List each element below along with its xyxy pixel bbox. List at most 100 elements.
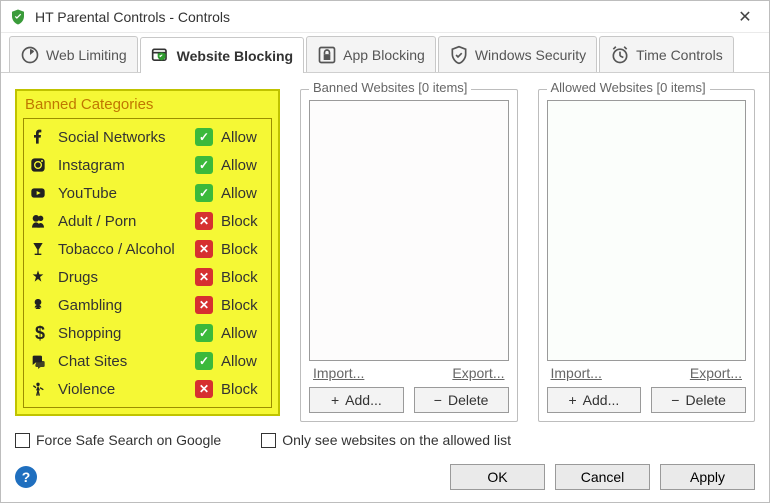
allow-icon: ✓	[195, 128, 213, 146]
titlebar: HT Parental Controls - Controls ✕	[1, 1, 769, 33]
allowed-export-link[interactable]: Export...	[690, 365, 742, 381]
block-icon: ✕	[195, 212, 213, 230]
checkbox-icon	[261, 433, 276, 448]
category-row[interactable]: Drugs ✕ Block	[30, 263, 265, 291]
cancel-button[interactable]: Cancel	[555, 464, 650, 490]
allow-icon: ✓	[195, 352, 213, 370]
tab-label: Website Blocking	[177, 48, 293, 64]
plus-icon: +	[568, 392, 576, 408]
category-row[interactable]: Adult / Porn ✕ Block	[30, 207, 265, 235]
tab-label: App Blocking	[343, 47, 425, 63]
content-area: Banned Categories Social Networks✓AllowI…	[1, 73, 769, 454]
category-name: Adult / Porn	[58, 213, 187, 230]
browser-shield-icon	[151, 46, 171, 66]
block-icon: ✕	[195, 380, 213, 398]
category-status: Block	[221, 241, 265, 258]
category-row[interactable]: Instagram ✓ Allow	[30, 151, 265, 179]
allowed-add-button[interactable]: +Add...	[547, 387, 642, 413]
category-row[interactable]: Chat Sites✓Allow	[30, 347, 265, 375]
allow-icon: ✓	[195, 324, 213, 342]
help-icon[interactable]: ?	[15, 466, 37, 488]
block-icon: ✕	[195, 296, 213, 314]
tab-bar: Web Limiting Website Blocking App Blocki…	[1, 33, 769, 73]
window-title: HT Parental Controls - Controls	[35, 9, 729, 25]
category-name: Social Networks	[58, 129, 187, 146]
allowed-websites-title: Allowed Websites [0 items]	[547, 80, 710, 95]
tab-label: Time Controls	[636, 47, 723, 63]
allowed-only-label: Only see websites on the allowed list	[282, 432, 511, 448]
banned-delete-button[interactable]: −Delete	[414, 387, 509, 413]
category-name: Gambling	[58, 297, 187, 314]
clock-icon	[20, 45, 40, 65]
safe-search-checkbox[interactable]: Force Safe Search on Google	[15, 432, 221, 448]
block-icon: ✕	[195, 240, 213, 258]
tab-windows-security[interactable]: Windows Security	[438, 36, 597, 72]
category-name: Violence	[58, 381, 187, 398]
banned-categories-title: Banned Categories	[19, 93, 276, 118]
ok-button[interactable]: OK	[450, 464, 545, 490]
category-row[interactable]: YouTube ✓ Allow	[30, 179, 265, 207]
category-name: Tobacco / Alcohol	[58, 241, 187, 258]
category-status: Block	[221, 269, 265, 286]
category-name: YouTube	[58, 185, 187, 202]
banned-export-link[interactable]: Export...	[452, 365, 504, 381]
banned-categories-panel: Banned Categories Social Networks✓AllowI…	[15, 83, 280, 422]
category-status: Allow	[221, 157, 265, 174]
category-row[interactable]: Social Networks ✓ Allow	[30, 123, 265, 151]
category-status: Allow	[221, 129, 265, 146]
category-row[interactable]: Tobacco / Alcohol ✕ Block	[30, 235, 265, 263]
apply-button[interactable]: Apply	[660, 464, 755, 490]
allowed-import-link[interactable]: Import...	[551, 365, 602, 381]
category-name: Instagram	[58, 157, 187, 174]
drugs-icon	[30, 269, 50, 285]
instagram-icon	[30, 157, 50, 173]
violence-icon	[30, 381, 50, 397]
window: HT Parental Controls - Controls ✕ Web Li…	[0, 0, 770, 503]
block-icon: ✕	[195, 268, 213, 286]
banned-websites-list[interactable]	[309, 100, 509, 361]
category-status: Block	[221, 381, 265, 398]
banned-import-link[interactable]: Import...	[313, 365, 364, 381]
adult-icon	[30, 213, 50, 229]
allow-icon: ✓	[195, 156, 213, 174]
banned-add-button[interactable]: +Add...	[309, 387, 404, 413]
tab-app-blocking[interactable]: App Blocking	[306, 36, 436, 72]
options-row: Force Safe Search on Google Only see web…	[15, 432, 755, 448]
category-status: Block	[221, 297, 265, 314]
alcohol-icon	[30, 241, 50, 257]
allow-icon: ✓	[195, 184, 213, 202]
minus-icon: −	[434, 392, 442, 408]
category-row[interactable]: $ Shopping ✓ Allow	[30, 319, 265, 347]
category-status: Block	[221, 213, 265, 230]
checkbox-icon	[15, 433, 30, 448]
allowed-only-checkbox[interactable]: Only see websites on the allowed list	[261, 432, 511, 448]
category-name: Drugs	[58, 269, 187, 286]
alarm-clock-icon	[610, 45, 630, 65]
shopping-icon: $	[30, 323, 50, 344]
tab-website-blocking[interactable]: Website Blocking	[140, 37, 304, 73]
minus-icon: −	[671, 392, 679, 408]
plus-icon: +	[331, 392, 339, 408]
category-name: Chat Sites	[58, 353, 187, 370]
shield-check-icon	[449, 45, 469, 65]
banned-websites-title: Banned Websites [0 items]	[309, 80, 471, 95]
tab-web-limiting[interactable]: Web Limiting	[9, 36, 138, 72]
tab-label: Web Limiting	[46, 47, 127, 63]
allowed-websites-list[interactable]	[547, 100, 747, 361]
allowed-delete-button[interactable]: −Delete	[651, 387, 746, 413]
category-status: Allow	[221, 325, 265, 342]
close-button[interactable]: ✕	[729, 5, 761, 29]
chat-icon	[30, 353, 50, 369]
category-name: Shopping	[58, 325, 187, 342]
category-status: Allow	[221, 185, 265, 202]
tab-time-controls[interactable]: Time Controls	[599, 36, 734, 72]
facebook-icon	[30, 129, 50, 145]
category-row[interactable]: Gambling ✕ Block	[30, 291, 265, 319]
tab-label: Windows Security	[475, 47, 586, 63]
youtube-icon	[30, 185, 50, 201]
lock-icon	[317, 45, 337, 65]
category-row[interactable]: Violence ✕ Block	[30, 375, 265, 403]
gambling-icon	[30, 297, 50, 313]
safe-search-label: Force Safe Search on Google	[36, 432, 221, 448]
app-shield-icon	[9, 8, 27, 26]
